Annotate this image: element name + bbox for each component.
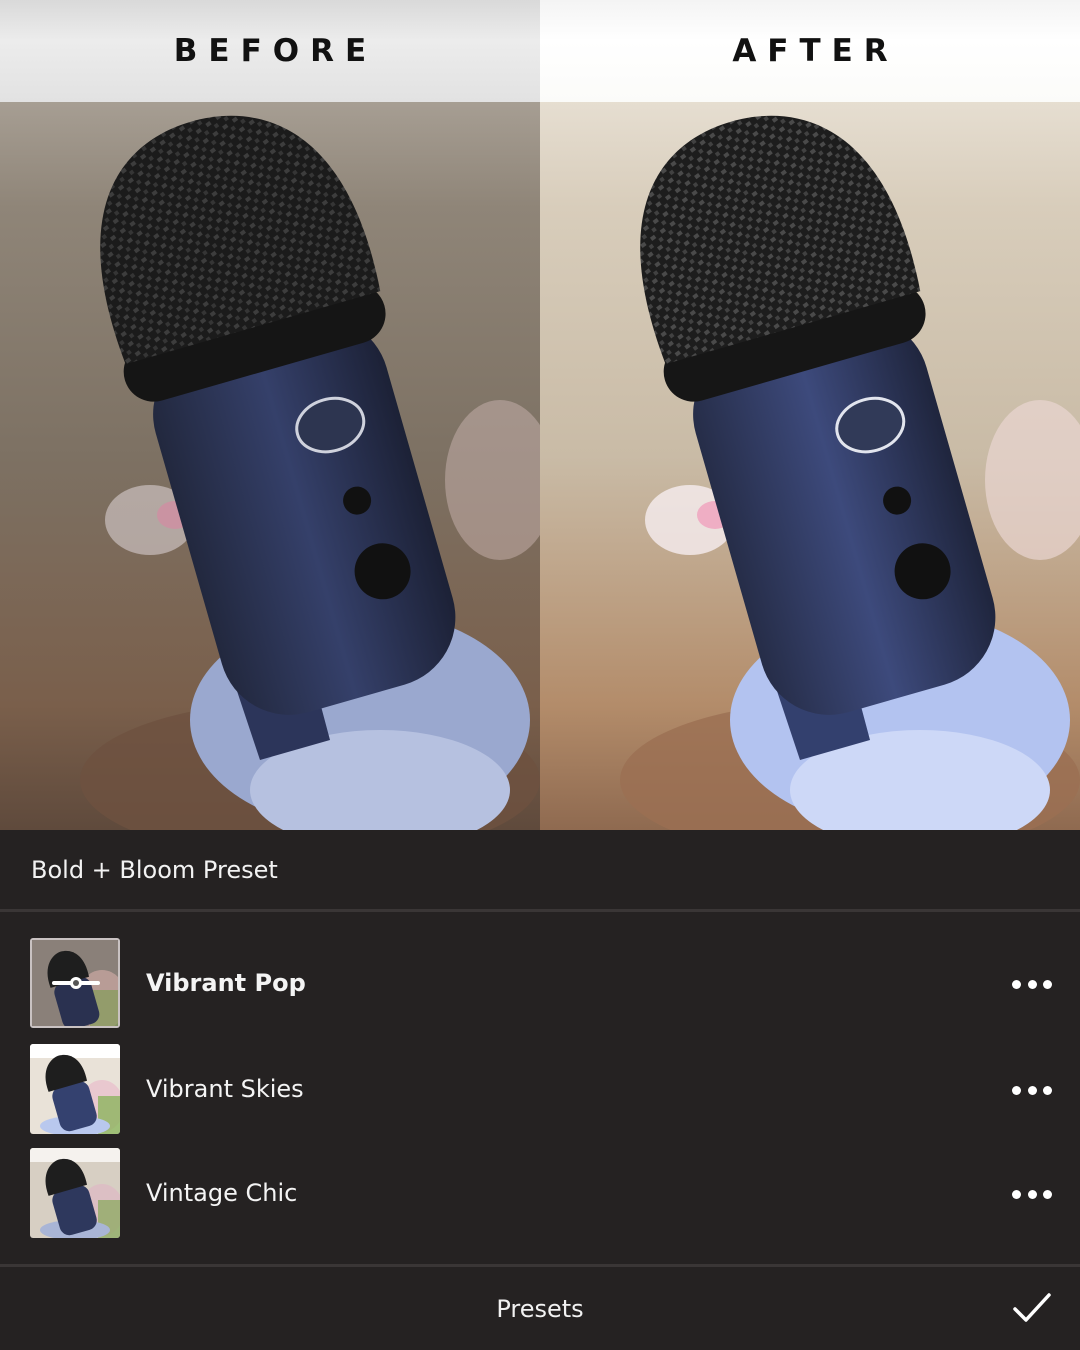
preset-name: Vibrant Pop bbox=[146, 969, 306, 997]
before-label: BEFORE bbox=[0, 0, 540, 102]
preset-thumbnail-image bbox=[30, 1148, 120, 1238]
checkmark-icon[interactable] bbox=[1012, 1291, 1052, 1325]
before-photo: BEFORE bbox=[0, 0, 540, 830]
after-photo-image bbox=[540, 0, 1080, 830]
more-icon[interactable] bbox=[1012, 1184, 1052, 1204]
preset-thumbnail-image bbox=[30, 1044, 120, 1134]
preset-name: Vintage Chic bbox=[146, 1179, 298, 1207]
before-after-comparison: BEFORE AFTER bbox=[0, 0, 1080, 830]
preset-thumbnail[interactable] bbox=[30, 1044, 120, 1134]
before-photo-image bbox=[0, 0, 540, 830]
preset-name: Vibrant Skies bbox=[146, 1075, 304, 1103]
preset-panel: Bold + Bloom Preset Vibrant Pop Vibrant … bbox=[0, 830, 1080, 1350]
after-label: AFTER bbox=[540, 0, 1080, 102]
preset-thumbnail[interactable] bbox=[30, 1148, 120, 1238]
adjust-slider-icon[interactable] bbox=[32, 940, 120, 1028]
preset-thumbnail[interactable] bbox=[30, 938, 120, 1028]
panel-title: Bold + Bloom Preset bbox=[0, 830, 1080, 912]
more-icon[interactable] bbox=[1012, 1080, 1052, 1100]
after-photo: AFTER bbox=[540, 0, 1080, 830]
preset-item-vibrant-skies[interactable]: Vibrant Skies bbox=[0, 1044, 1080, 1134]
panel-footer: Presets bbox=[0, 1264, 1080, 1350]
footer-title[interactable]: Presets bbox=[0, 1267, 1080, 1350]
more-icon[interactable] bbox=[1012, 974, 1052, 994]
preset-item-vintage-chic[interactable]: Vintage Chic bbox=[0, 1148, 1080, 1238]
preset-item-vibrant-pop[interactable]: Vibrant Pop bbox=[0, 938, 1080, 1028]
